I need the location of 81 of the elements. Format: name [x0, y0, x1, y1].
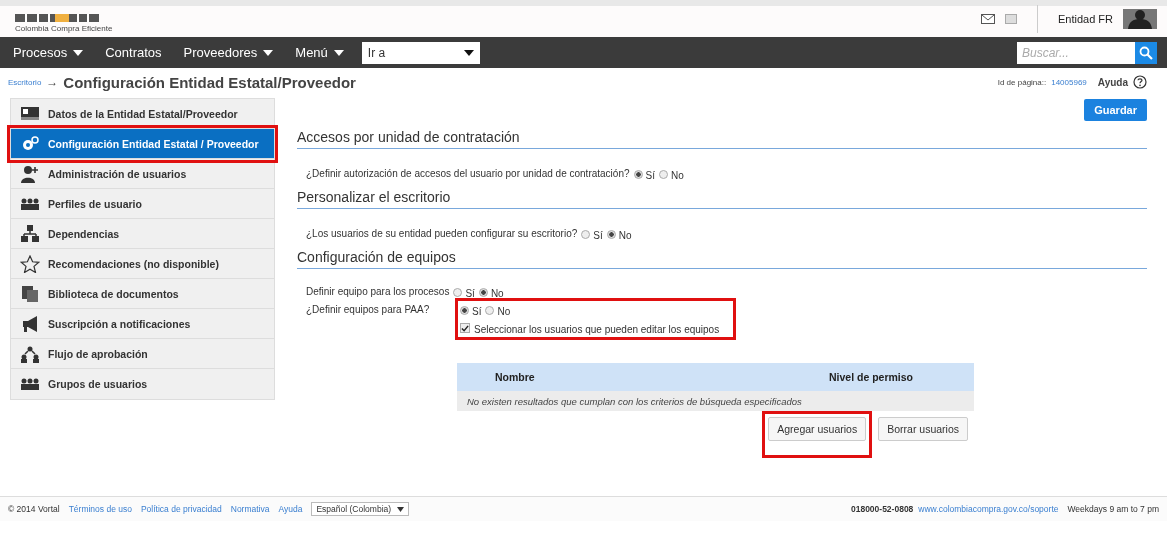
radio-label: No: [618, 229, 632, 241]
goto-select[interactable]: Ir a: [361, 41, 480, 64]
sidebar-item[interactable]: Recomendaciones (no disponible): [11, 249, 274, 279]
radio-label: No: [490, 287, 504, 299]
footer-link[interactable]: Términos de uso: [68, 504, 132, 514]
language-select[interactable]: Español (Colombia): [311, 502, 410, 516]
mail-icon[interactable]: [980, 14, 995, 24]
radio-button[interactable]: [478, 287, 488, 297]
radio-button[interactable]: [606, 229, 616, 239]
page-id-label: Id de página::: [997, 77, 1047, 87]
copyright-text: © 2014 Vortal: [8, 504, 60, 514]
question-label: ¿Los usuarios de su entidad pueden configurar su escritorio?: [306, 227, 578, 241]
page-id-link[interactable]: 14005969: [1051, 77, 1087, 87]
checkbox-label: Seleccionar los usuarios que pueden editar los equipos: [474, 323, 720, 335]
sidebar-item[interactable]: Biblioteca de documentos: [11, 279, 274, 309]
radio-button[interactable]: [485, 305, 495, 315]
footer-link[interactable]: Normativa: [230, 504, 270, 514]
radio-label: Sí: [465, 287, 475, 299]
empty-message: No existen resultados que cumplan con los criterios de búsqueda especificados: [457, 391, 974, 411]
save-button[interactable]: Guardar: [1084, 99, 1147, 121]
radio-button[interactable]: [659, 169, 668, 179]
docs-icon: [20, 284, 40, 303]
support-link[interactable]: www.colombiacompra.gov.co/soporte: [918, 504, 1059, 514]
caret-icon: [397, 506, 405, 512]
question-label: Definir equipo para los procesos: [306, 285, 450, 299]
sidebar-item[interactable]: Suscripción a notificaciones: [11, 309, 274, 339]
breadcrumb-link[interactable]: Escritorio: [8, 77, 42, 87]
footer-link[interactable]: Ayuda: [278, 504, 303, 514]
search-field[interactable]: Buscar...: [1017, 41, 1135, 64]
sidebar-item[interactable]: Administración de usuarios: [11, 159, 274, 189]
search-button[interactable]: [1135, 41, 1157, 64]
org-icon: [20, 224, 40, 243]
nav-menu-item[interactable]: Procesos: [5, 45, 92, 60]
add-users-button[interactable]: Agregar usuarios: [768, 417, 867, 441]
checkbox[interactable]: [460, 323, 470, 333]
user-name[interactable]: Entidad FR: [1057, 13, 1113, 25]
help-icon[interactable]: [1133, 75, 1147, 89]
section-heading: Accesos por unidad de contratación: [297, 129, 1147, 149]
search-icon: [1139, 45, 1153, 60]
column-header: Nombre: [495, 371, 536, 383]
radio-label: Sí: [645, 169, 655, 181]
question-label: ¿Definir autorización de accesos del usuario por unidad de contratación?: [306, 167, 630, 181]
delete-users-button[interactable]: Borrar usuarios: [878, 417, 968, 441]
barcode-logo-icon: [15, 14, 99, 22]
avatar-icon[interactable]: [1123, 9, 1157, 29]
nav-menu-item[interactable]: Menú: [287, 45, 352, 60]
caret-icon: [463, 49, 474, 56]
caret-icon: [73, 49, 84, 56]
nav-menu-item[interactable]: Proveedores: [175, 45, 282, 60]
question-label: ¿Definir equipos para PAA?: [306, 303, 431, 317]
section-heading: Personalizar el escritorio: [297, 189, 1147, 209]
page-title: Configuración Entidad Estatal/Proveedor: [63, 73, 356, 91]
support-hours: Weekdays 9 am to 7 pm: [1067, 504, 1159, 514]
nav-menu-item[interactable]: Contratos: [97, 45, 170, 60]
sidebar-item[interactable]: Dependencias: [11, 219, 274, 249]
sidebar-item[interactable]: Grupos de usuarios: [11, 369, 274, 399]
footer-link[interactable]: Política de privacidad: [140, 504, 222, 514]
column-header: Nivel de permiso: [829, 371, 914, 383]
logo-text: Colombia Compra Eficiente: [15, 24, 113, 33]
radio-label: Sí: [472, 305, 482, 317]
breadcrumb-separator: →: [46, 75, 59, 89]
gears-icon: [20, 134, 40, 153]
radio-label: No: [671, 169, 684, 181]
sidebar-item[interactable]: Flujo de aprobación: [11, 339, 274, 369]
card-icon: [20, 104, 40, 123]
phone-number: 018000-52-0808: [850, 504, 914, 514]
caret-icon: [263, 49, 274, 56]
section-heading: Configuración de equipos: [297, 249, 1147, 269]
radio-label: Sí: [593, 229, 603, 241]
star-icon: [20, 254, 40, 273]
sidebar-item[interactable]: Perfiles de usuario: [11, 189, 274, 219]
caret-icon: [333, 49, 344, 56]
radio-button[interactable]: [460, 305, 469, 315]
radio-button[interactable]: [633, 169, 643, 179]
megaphone-icon: [20, 314, 40, 333]
radio-button[interactable]: [581, 229, 591, 239]
radio-label: No: [497, 305, 511, 317]
radio-button[interactable]: [453, 287, 463, 297]
help-link[interactable]: Ayuda: [1097, 76, 1128, 88]
user-add-icon: [20, 164, 40, 183]
flow-icon: [20, 344, 40, 363]
